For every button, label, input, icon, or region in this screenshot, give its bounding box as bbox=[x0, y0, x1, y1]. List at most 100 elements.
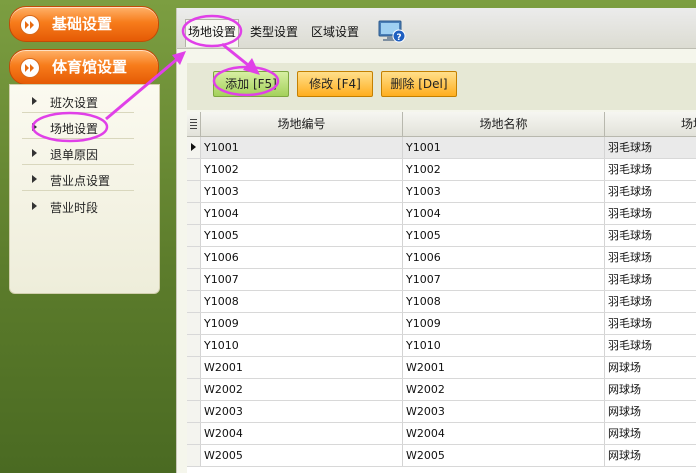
table-row[interactable]: Y1008 Y1008 羽毛球场 bbox=[187, 291, 696, 313]
cell-venue-code[interactable]: Y1010 bbox=[201, 335, 403, 356]
row-indicator[interactable] bbox=[187, 423, 201, 444]
sidebar-item-shift-settings[interactable]: 班次设置 bbox=[22, 90, 134, 113]
row-indicator[interactable] bbox=[187, 291, 201, 312]
cell-venue-code[interactable]: W2002 bbox=[201, 379, 403, 400]
cell-venue-code[interactable]: Y1008 bbox=[201, 291, 403, 312]
row-indicator[interactable] bbox=[187, 401, 201, 422]
delete-button[interactable]: 删除 [Del] bbox=[381, 71, 457, 97]
row-indicator[interactable] bbox=[187, 137, 201, 158]
table-row[interactable]: W2003 W2003 网球场 bbox=[187, 401, 696, 423]
row-indicator[interactable] bbox=[187, 203, 201, 224]
table-row[interactable]: Y1010 Y1010 羽毛球场 bbox=[187, 335, 696, 357]
main-panel: 场地设置 类型设置 区域设置 ? 添加 [F5] 修改 [F4] 删除 [Del… bbox=[176, 8, 696, 473]
cell-venue-name[interactable]: Y1003 bbox=[403, 181, 605, 202]
table-row[interactable]: Y1003 Y1003 羽毛球场 bbox=[187, 181, 696, 203]
cell-venue-name[interactable]: W2002 bbox=[403, 379, 605, 400]
row-indicator[interactable] bbox=[187, 379, 201, 400]
cell-venue-code[interactable]: Y1007 bbox=[201, 269, 403, 290]
cell-venue-type[interactable]: 羽毛球场 bbox=[605, 137, 696, 158]
table-row[interactable]: Y1006 Y1006 羽毛球场 bbox=[187, 247, 696, 269]
monitor-help-icon[interactable]: ? bbox=[378, 19, 406, 46]
row-indicator[interactable] bbox=[187, 269, 201, 290]
cell-venue-type[interactable]: 网球场 bbox=[605, 357, 696, 378]
sidebar-item-refund-reasons[interactable]: 退单原因 bbox=[22, 142, 134, 165]
table-row[interactable]: W2001 W2001 网球场 bbox=[187, 357, 696, 379]
triangle-right-icon bbox=[32, 97, 37, 105]
table-row[interactable]: Y1004 Y1004 羽毛球场 bbox=[187, 203, 696, 225]
cell-venue-name[interactable]: W2003 bbox=[403, 401, 605, 422]
cell-venue-code[interactable]: Y1009 bbox=[201, 313, 403, 334]
cell-venue-name[interactable]: Y1005 bbox=[403, 225, 605, 246]
cell-venue-name[interactable]: Y1007 bbox=[403, 269, 605, 290]
cell-venue-type[interactable]: 网球场 bbox=[605, 379, 696, 400]
table-row[interactable]: Y1002 Y1002 羽毛球场 bbox=[187, 159, 696, 181]
cell-venue-type[interactable]: 羽毛球场 bbox=[605, 335, 696, 356]
cell-venue-type[interactable]: 羽毛球场 bbox=[605, 159, 696, 180]
cell-venue-name[interactable]: Y1001 bbox=[403, 137, 605, 158]
category-label: 基础设置 bbox=[52, 15, 113, 33]
cell-venue-code[interactable]: Y1002 bbox=[201, 159, 403, 180]
row-indicator[interactable] bbox=[187, 445, 201, 466]
cell-venue-name[interactable]: Y1008 bbox=[403, 291, 605, 312]
cell-venue-code[interactable]: W2003 bbox=[201, 401, 403, 422]
category-basic-settings-button[interactable]: 基础设置 bbox=[9, 6, 159, 42]
row-indicator[interactable] bbox=[187, 225, 201, 246]
tab-type-settings[interactable]: 类型设置 bbox=[248, 20, 300, 45]
cell-venue-name[interactable]: W2004 bbox=[403, 423, 605, 444]
category-gym-settings-button[interactable]: 体育馆设置 bbox=[9, 49, 159, 85]
grid-body: Y1001 Y1001 羽毛球场 Y1002 Y1002 羽毛球场 Y1003 Y1003 羽毛… bbox=[187, 137, 696, 467]
cell-venue-type[interactable]: 羽毛球场 bbox=[605, 203, 696, 224]
table-row[interactable]: Y1005 Y1005 羽毛球场 bbox=[187, 225, 696, 247]
column-header-venue-name[interactable]: 场地名称 bbox=[403, 112, 605, 136]
row-indicator[interactable] bbox=[187, 247, 201, 268]
table-row[interactable]: W2002 W2002 网球场 bbox=[187, 379, 696, 401]
cell-venue-type[interactable]: 网球场 bbox=[605, 401, 696, 422]
cell-venue-code[interactable]: Y1001 bbox=[201, 137, 403, 158]
cell-venue-type[interactable]: 羽毛球场 bbox=[605, 269, 696, 290]
cell-venue-code[interactable]: W2001 bbox=[201, 357, 403, 378]
sidebar-item-venue-settings[interactable]: 场地设置 bbox=[22, 116, 134, 139]
table-row[interactable]: W2004 W2004 网球场 bbox=[187, 423, 696, 445]
row-indicator[interactable] bbox=[187, 181, 201, 202]
triangle-right-icon bbox=[32, 202, 37, 210]
cell-venue-code[interactable]: Y1004 bbox=[201, 203, 403, 224]
row-indicator[interactable] bbox=[187, 357, 201, 378]
column-header-venue-type[interactable]: 场地 bbox=[605, 112, 696, 136]
cell-venue-code[interactable]: W2005 bbox=[201, 445, 403, 466]
cell-venue-type[interactable]: 网球场 bbox=[605, 423, 696, 444]
cell-venue-name[interactable]: Y1004 bbox=[403, 203, 605, 224]
cell-venue-name[interactable]: Y1006 bbox=[403, 247, 605, 268]
cell-venue-name[interactable]: Y1010 bbox=[403, 335, 605, 356]
cell-venue-type[interactable]: 羽毛球场 bbox=[605, 181, 696, 202]
cell-venue-type[interactable]: 羽毛球场 bbox=[605, 225, 696, 246]
tab-strip: 场地设置 类型设置 区域设置 ? bbox=[177, 8, 696, 49]
row-indicator[interactable] bbox=[187, 335, 201, 356]
cell-venue-name[interactable]: W2005 bbox=[403, 445, 605, 466]
table-row[interactable]: W2005 W2005 网球场 bbox=[187, 445, 696, 467]
cell-venue-code[interactable]: Y1006 bbox=[201, 247, 403, 268]
add-button[interactable]: 添加 [F5] bbox=[213, 71, 289, 97]
sidebar-item-outlet-settings[interactable]: 营业点设置 bbox=[22, 168, 134, 191]
cell-venue-type[interactable]: 羽毛球场 bbox=[605, 313, 696, 334]
sidebar-item-business-hours[interactable]: 营业时段 bbox=[22, 195, 134, 217]
column-header-venue-code[interactable]: 场地编号 bbox=[201, 112, 403, 136]
cell-venue-code[interactable]: W2004 bbox=[201, 423, 403, 444]
row-selector-header-icon[interactable] bbox=[187, 112, 201, 136]
table-row[interactable]: Y1001 Y1001 羽毛球场 bbox=[187, 137, 696, 159]
sidebar: 基础设置 体育馆设置 班次设置 场地设置 退单原因 营业点设置 营业时段 bbox=[0, 0, 170, 473]
cell-venue-name[interactable]: Y1002 bbox=[403, 159, 605, 180]
cell-venue-code[interactable]: Y1005 bbox=[201, 225, 403, 246]
cell-venue-code[interactable]: Y1003 bbox=[201, 181, 403, 202]
cell-venue-type[interactable]: 网球场 bbox=[605, 445, 696, 466]
tab-venue-settings[interactable]: 场地设置 bbox=[185, 19, 240, 47]
cell-venue-type[interactable]: 羽毛球场 bbox=[605, 247, 696, 268]
tab-area-settings[interactable]: 区域设置 bbox=[309, 20, 361, 45]
table-row[interactable]: Y1009 Y1009 羽毛球场 bbox=[187, 313, 696, 335]
edit-button[interactable]: 修改 [F4] bbox=[297, 71, 373, 97]
row-indicator[interactable] bbox=[187, 313, 201, 334]
cell-venue-type[interactable]: 羽毛球场 bbox=[605, 291, 696, 312]
cell-venue-name[interactable]: Y1009 bbox=[403, 313, 605, 334]
row-indicator[interactable] bbox=[187, 159, 201, 180]
cell-venue-name[interactable]: W2001 bbox=[403, 357, 605, 378]
table-row[interactable]: Y1007 Y1007 羽毛球场 bbox=[187, 269, 696, 291]
